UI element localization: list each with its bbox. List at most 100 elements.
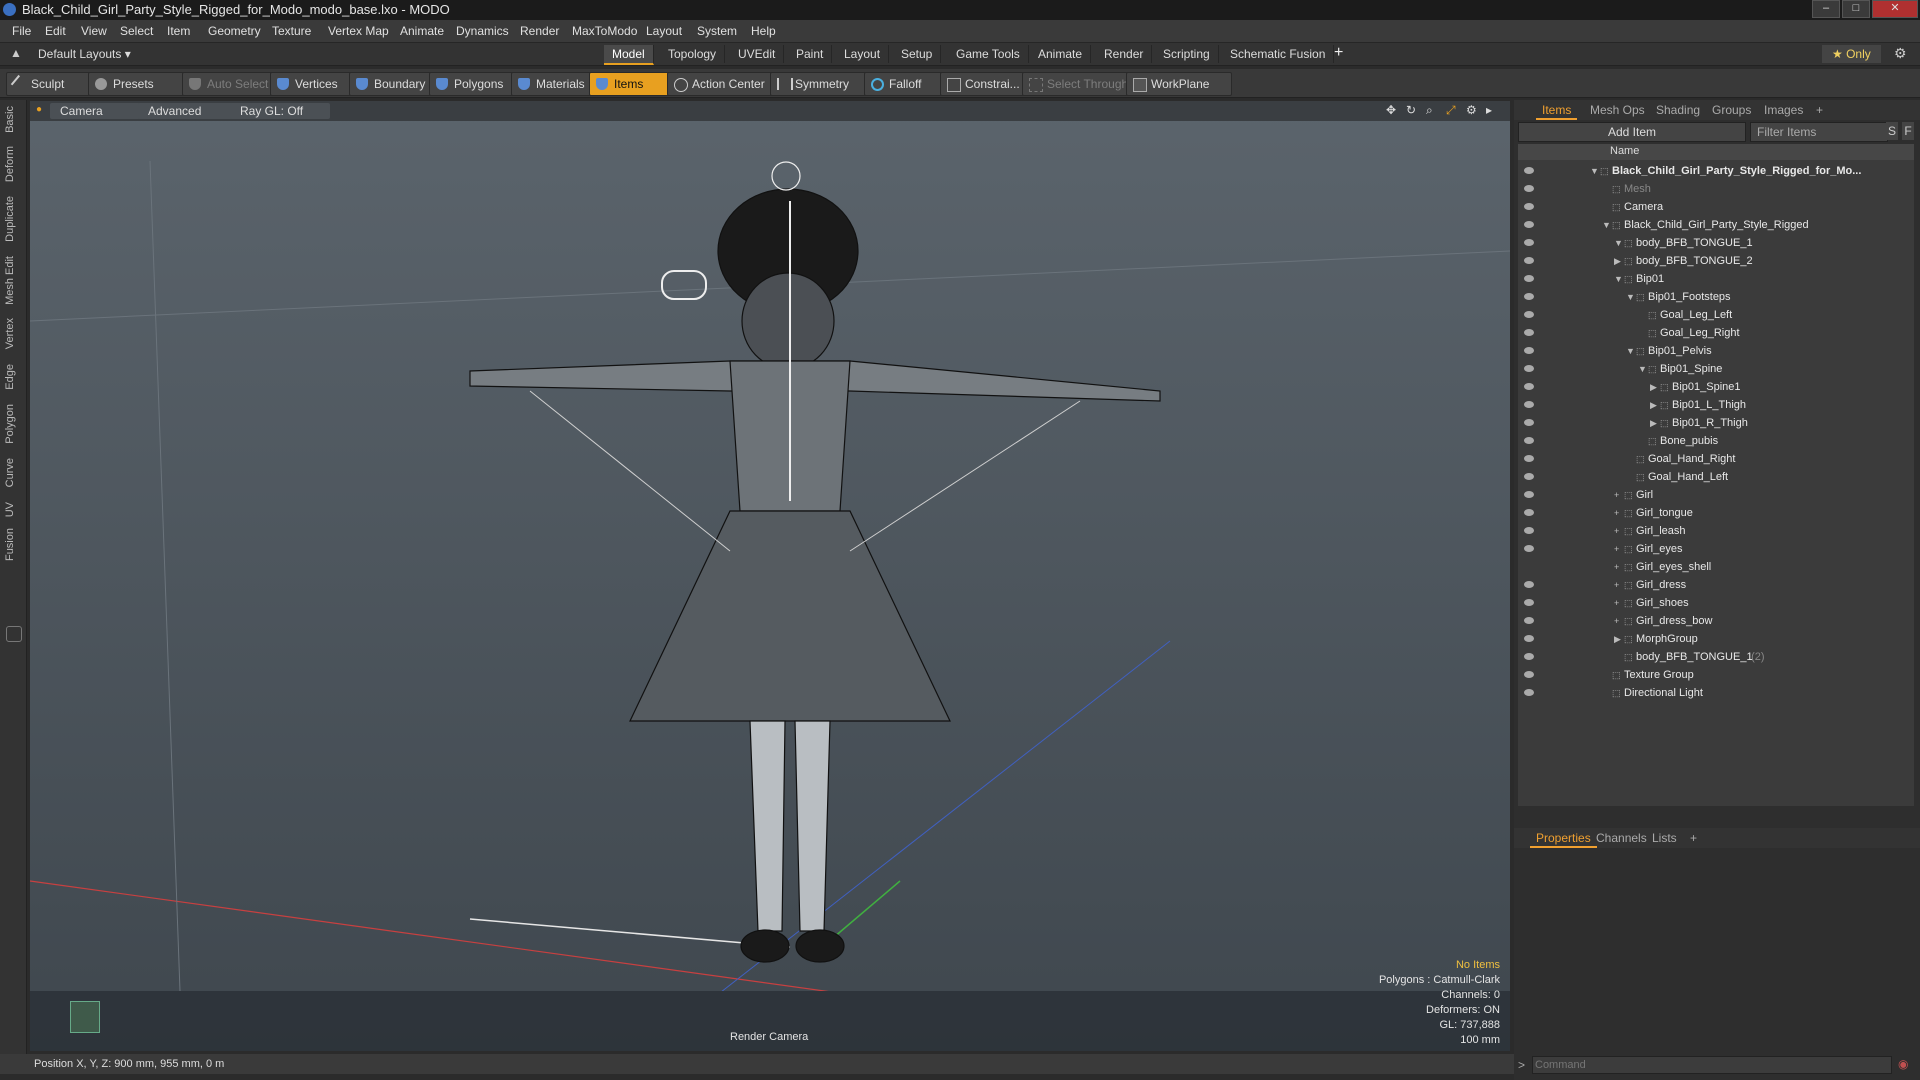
- expand-arrow-icon[interactable]: ▼: [1614, 234, 1623, 252]
- expand-arrow-icon[interactable]: +: [1614, 558, 1619, 576]
- maximize-viewport-icon[interactable]: ⤢: [1446, 103, 1456, 118]
- list-item[interactable]: ▼ ⬚ Black_Child_Girl_Party_Style_Rigged_fo…: [1518, 162, 1914, 180]
- visibility-eye-icon[interactable]: [1524, 347, 1534, 354]
- visibility-eye-icon[interactable]: [1524, 527, 1534, 534]
- list-item[interactable]: + ⬚ Girl_eyes: [1518, 540, 1914, 558]
- list-item[interactable]: + ⬚ Girl_dress: [1518, 576, 1914, 594]
- list-item[interactable]: + ⬚ Girl_eyes_shell: [1518, 558, 1914, 576]
- add-item-dropdown[interactable]: Add Item: [1518, 122, 1746, 142]
- tab-game-tools[interactable]: Game Tools: [948, 45, 1029, 63]
- menu-geometry[interactable]: Geometry: [208, 24, 261, 38]
- filter-items-field[interactable]: Filter Items: [1750, 122, 1888, 142]
- layout-selector[interactable]: Default Layouts ▾: [38, 47, 131, 61]
- tab-uvedit[interactable]: UVEdit: [730, 45, 785, 63]
- visibility-eye-icon[interactable]: [1524, 455, 1534, 462]
- record-icon[interactable]: ◉: [1898, 1057, 1908, 1071]
- menu-vertex-map[interactable]: Vertex Map: [328, 24, 389, 38]
- visibility-eye-icon[interactable]: [1524, 473, 1534, 480]
- visibility-eye-icon[interactable]: [1524, 689, 1534, 696]
- raygl-dropdown[interactable]: Ray GL: Off: [230, 103, 330, 119]
- list-item[interactable]: ▼ ⬚ Black_Child_Girl_Party_Style_Rigged: [1518, 216, 1914, 234]
- only-toggle[interactable]: ★ Only: [1822, 45, 1881, 63]
- list-item[interactable]: ▶ ⬚ MorphGroup: [1518, 630, 1914, 648]
- items-button[interactable]: Items: [589, 72, 669, 96]
- expand-arrow-icon[interactable]: ▶: [1650, 378, 1657, 396]
- left-tab-mesh-edit[interactable]: Mesh Edit: [4, 256, 22, 305]
- maximize-button[interactable]: □: [1842, 0, 1870, 18]
- camera-dropdown[interactable]: Camera: [50, 103, 140, 119]
- list-item[interactable]: ⬚ Goal_Leg_Right: [1518, 324, 1914, 342]
- filter-s-button[interactable]: S: [1886, 122, 1898, 140]
- list-item[interactable]: ▶ ⬚ Bip01_R_Thigh: [1518, 414, 1914, 432]
- list-item[interactable]: ⬚ Texture Group: [1518, 666, 1914, 684]
- tab-mesh-ops[interactable]: Mesh Ops: [1584, 102, 1651, 118]
- expand-arrow-icon[interactable]: +: [1614, 486, 1619, 504]
- visibility-eye-icon[interactable]: [1524, 419, 1534, 426]
- list-item[interactable]: ⬚ Mesh: [1518, 180, 1914, 198]
- list-item[interactable]: ▼ ⬚ Bip01: [1518, 270, 1914, 288]
- expand-arrow-icon[interactable]: +: [1614, 540, 1619, 558]
- left-tab-fusion[interactable]: Fusion: [4, 528, 22, 561]
- list-item[interactable]: ⬚ Directional Light: [1518, 684, 1914, 702]
- viewport-menu-icon[interactable]: ●: [36, 104, 42, 115]
- left-tab-uv[interactable]: UV: [4, 502, 22, 517]
- zoom-icon[interactable]: ⌕: [1426, 103, 1433, 118]
- tab-scripting[interactable]: Scripting: [1155, 45, 1219, 63]
- menu-maxtomodo[interactable]: MaxToModo: [572, 24, 637, 38]
- tab-channels[interactable]: Channels: [1590, 830, 1653, 846]
- visibility-eye-icon[interactable]: [1524, 491, 1534, 498]
- add-tab-button[interactable]: +: [1810, 102, 1829, 118]
- expand-arrow-icon[interactable]: ▼: [1602, 216, 1611, 234]
- list-item[interactable]: ▶ ⬚ Bip01_L_Thigh: [1518, 396, 1914, 414]
- expand-arrow-icon[interactable]: +: [1614, 612, 1619, 630]
- visibility-eye-icon[interactable]: [1524, 401, 1534, 408]
- expand-arrow-icon[interactable]: ▶: [1614, 252, 1621, 270]
- expand-arrow-icon[interactable]: ▼: [1626, 342, 1635, 360]
- expand-arrow-icon[interactable]: ▶: [1650, 414, 1657, 432]
- visibility-eye-icon[interactable]: [1524, 275, 1534, 282]
- tab-images[interactable]: Images: [1758, 102, 1809, 118]
- expand-arrow-icon[interactable]: ▶: [1614, 630, 1621, 648]
- expand-arrow-icon[interactable]: ▼: [1626, 288, 1635, 306]
- expand-arrow-icon[interactable]: ▼: [1638, 360, 1647, 378]
- add-properties-tab-button[interactable]: +: [1684, 830, 1703, 846]
- left-tab-curve[interactable]: Curve: [4, 458, 22, 487]
- menu-view[interactable]: View: [81, 24, 107, 38]
- tab-paint[interactable]: Paint: [788, 45, 833, 63]
- list-item[interactable]: ⬚ Goal_Leg_Left: [1518, 306, 1914, 324]
- menu-item[interactable]: Item: [167, 24, 190, 38]
- visibility-eye-icon[interactable]: [1524, 509, 1534, 516]
- viewport-gear-icon[interactable]: ⚙: [1466, 103, 1477, 117]
- expand-arrow-icon[interactable]: ▼: [1590, 162, 1599, 180]
- viewport-more-icon[interactable]: ▸: [1486, 103, 1492, 117]
- list-item[interactable]: + ⬚ Girl_dress_bow: [1518, 612, 1914, 630]
- sculpt-button[interactable]: Sculpt: [6, 72, 98, 96]
- pin-icon[interactable]: ▲: [10, 46, 22, 60]
- visibility-eye-icon[interactable]: [1524, 329, 1534, 336]
- tab-items[interactable]: Items: [1536, 102, 1578, 120]
- menu-dynamics[interactable]: Dynamics: [456, 24, 509, 38]
- visibility-eye-icon[interactable]: [1524, 617, 1534, 624]
- tab-lists[interactable]: Lists: [1646, 830, 1683, 846]
- visibility-eye-icon[interactable]: [1524, 293, 1534, 300]
- menu-help[interactable]: Help: [751, 24, 776, 38]
- tab-properties[interactable]: Properties: [1530, 830, 1597, 848]
- list-item[interactable]: ▼ ⬚ Bip01_Spine: [1518, 360, 1914, 378]
- advanced-dropdown[interactable]: Advanced: [138, 103, 240, 119]
- visibility-eye-icon[interactable]: [1524, 365, 1534, 372]
- list-item[interactable]: ⬚ Goal_Hand_Left: [1518, 468, 1914, 486]
- symmetry-button[interactable]: Symmetry: [770, 72, 872, 96]
- visibility-eye-icon[interactable]: [1524, 185, 1534, 192]
- visibility-eye-icon[interactable]: [1524, 581, 1534, 588]
- list-item[interactable]: ⬚ Bone_pubis: [1518, 432, 1914, 450]
- list-item[interactable]: ▼ ⬚ Bip01_Footsteps: [1518, 288, 1914, 306]
- presets-button[interactable]: Presets: [88, 72, 192, 96]
- menu-render[interactable]: Render: [520, 24, 559, 38]
- visibility-eye-icon[interactable]: [1524, 239, 1534, 246]
- visibility-eye-icon[interactable]: [1524, 653, 1534, 660]
- tab-groups[interactable]: Groups: [1706, 102, 1757, 118]
- add-layout-button[interactable]: +: [1334, 44, 1343, 62]
- expand-arrow-icon[interactable]: +: [1614, 504, 1619, 522]
- close-button[interactable]: ✕: [1872, 0, 1918, 18]
- name-column-header[interactable]: Name: [1610, 145, 1639, 157]
